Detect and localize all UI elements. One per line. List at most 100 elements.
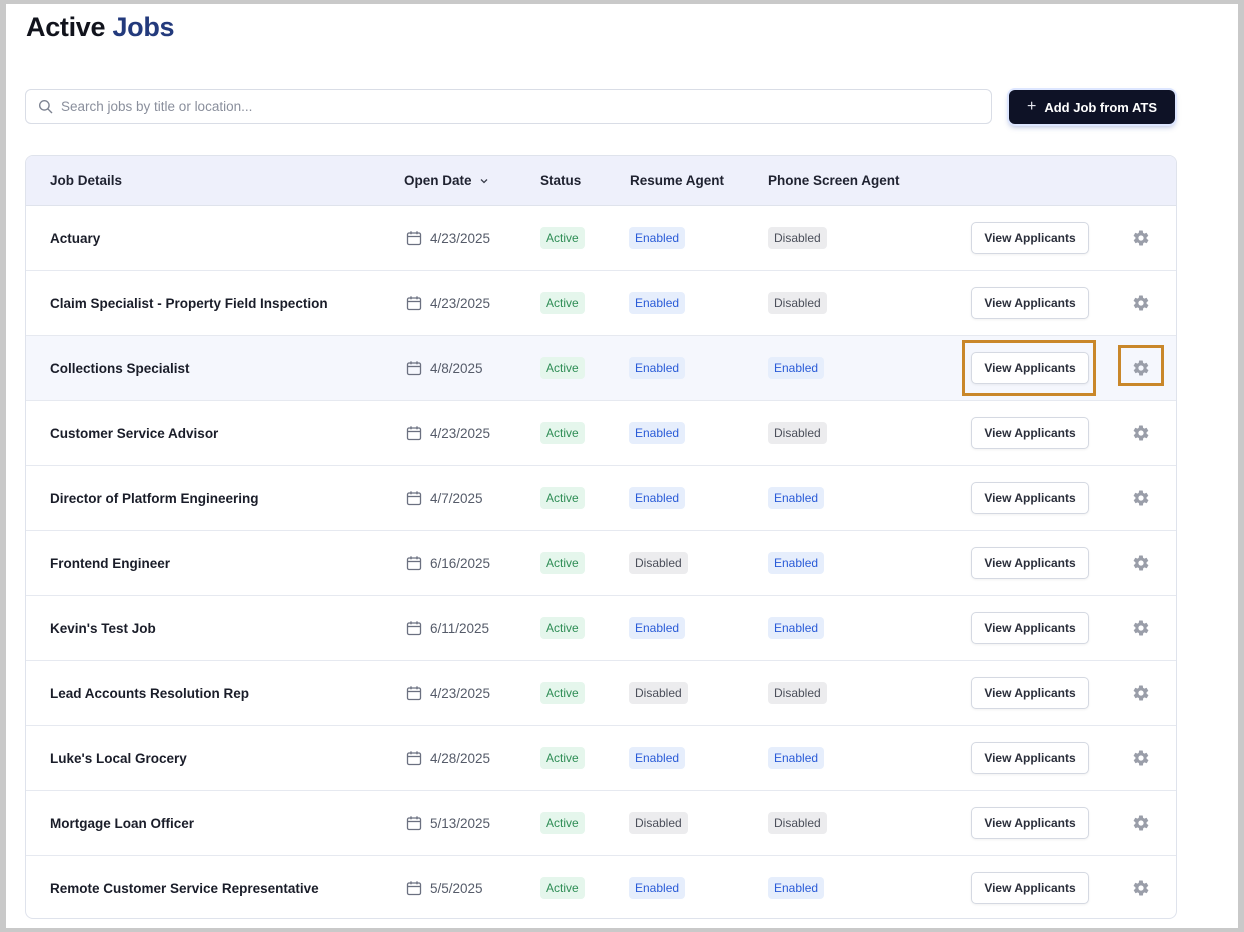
calendar-icon	[406, 231, 422, 246]
view-applicants-button[interactable]: View Applicants	[971, 872, 1089, 904]
gear-icon	[1133, 490, 1149, 506]
settings-button[interactable]	[1131, 748, 1151, 768]
open-date: 4/28/2025	[406, 726, 490, 790]
resume-agent-badge: Enabled	[629, 292, 686, 314]
open-date: 5/13/2025	[406, 791, 490, 855]
table-row[interactable]: Remote Customer Service Representative 5/…	[26, 856, 1176, 918]
table-row[interactable]: Frontend Engineer 6/16/2025 Active Disabled…	[26, 531, 1176, 596]
settings-cell	[1131, 661, 1151, 725]
phone-screen-agent-cell: Enabled	[768, 531, 825, 595]
page-title-part1: Active	[26, 12, 106, 42]
calendar-icon	[406, 621, 422, 636]
calendar-icon	[406, 881, 422, 896]
open-date-text: 4/23/2025	[430, 685, 491, 701]
settings-button[interactable]	[1131, 423, 1151, 443]
open-date: 5/5/2025	[406, 856, 483, 918]
settings-button[interactable]	[1131, 488, 1151, 508]
add-job-from-ats-button[interactable]: + Add Job from ATS	[1009, 90, 1175, 124]
job-title[interactable]: Director of Platform Engineering	[50, 466, 259, 530]
table-row[interactable]: Director of Platform Engineering 4/7/2025…	[26, 466, 1176, 531]
view-applicants-button[interactable]: View Applicants	[971, 287, 1089, 319]
open-date: 4/23/2025	[406, 401, 490, 465]
status-badge: Active	[540, 552, 585, 574]
header-job-details: Job Details	[50, 173, 123, 188]
job-title-text: Lead Accounts Resolution Rep	[50, 685, 250, 701]
open-date: 4/23/2025	[406, 206, 490, 270]
settings-button[interactable]	[1131, 228, 1151, 248]
table-row[interactable]: Kevin's Test Job 6/11/2025 Active Enabled En…	[26, 596, 1176, 661]
resume-agent-badge: Enabled	[629, 747, 686, 769]
job-title[interactable]: Claim Specialist - Property Field Inspec…	[50, 271, 328, 335]
gear-icon	[1133, 295, 1149, 311]
settings-button[interactable]	[1131, 683, 1151, 703]
phone-screen-agent-badge: Disabled	[768, 227, 827, 249]
view-applicants-button[interactable]: View Applicants	[971, 482, 1089, 514]
phone-screen-agent-badge: Disabled	[768, 682, 827, 704]
search-box[interactable]	[25, 89, 992, 124]
view-applicants-button[interactable]: View Applicants	[971, 352, 1089, 384]
phone-screen-agent-badge: Disabled	[768, 422, 827, 444]
job-title[interactable]: Lead Accounts Resolution Rep	[50, 661, 249, 725]
open-date: 4/23/2025	[406, 271, 490, 335]
status-badge: Active	[540, 422, 585, 444]
job-title[interactable]: Mortgage Loan Officer	[50, 791, 194, 855]
status-cell: Active	[540, 531, 585, 595]
job-title[interactable]: Customer Service Advisor	[50, 401, 218, 465]
job-title-text: Actuary	[50, 230, 101, 246]
phone-screen-agent-badge: Enabled	[768, 617, 825, 639]
view-applicants-button[interactable]: View Applicants	[971, 807, 1089, 839]
table-row[interactable]: Claim Specialist - Property Field Inspec…	[26, 271, 1176, 336]
view-applicants-button[interactable]: View Applicants	[971, 677, 1089, 709]
job-title-text: Customer Service Advisor	[50, 425, 219, 441]
job-title[interactable]: Collections Specialist	[50, 336, 190, 400]
phone-screen-agent-cell: Enabled	[768, 856, 825, 918]
status-badge: Active	[540, 292, 585, 314]
page-title: Active Jobs	[26, 10, 175, 44]
settings-button[interactable]	[1131, 618, 1151, 638]
view-cell: View Applicants	[971, 466, 1089, 530]
open-date-text: 4/23/2025	[430, 230, 491, 246]
search-input[interactable]	[61, 99, 961, 114]
table-row[interactable]: Mortgage Loan Officer 5/13/2025 Active Disa…	[26, 791, 1176, 856]
calendar-icon	[406, 296, 422, 311]
table-row[interactable]: Lead Accounts Resolution Rep 4/23/2025 Act…	[26, 661, 1176, 726]
job-title[interactable]: Frontend Engineer	[50, 531, 170, 595]
resume-agent-cell: Enabled	[629, 336, 686, 400]
plus-icon: +	[1026, 98, 1037, 115]
gear-icon	[1133, 425, 1149, 441]
job-title[interactable]: Remote Customer Service Representative	[50, 856, 319, 918]
job-title[interactable]: Kevin's Test Job	[50, 596, 156, 660]
job-title-text: Frontend Engineer	[50, 555, 171, 571]
phone-screen-agent-badge: Enabled	[768, 487, 825, 509]
settings-button[interactable]	[1131, 293, 1151, 313]
calendar-icon	[406, 361, 422, 376]
app-window: Active Jobs + Add Job from ATS Job Detai…	[6, 4, 1238, 928]
table-row[interactable]: Luke's Local Grocery 4/28/2025 Active Enabl…	[26, 726, 1176, 791]
view-applicants-button[interactable]: View Applicants	[971, 417, 1089, 449]
view-applicants-button[interactable]: View Applicants	[971, 547, 1089, 579]
view-applicants-button[interactable]: View Applicants	[971, 742, 1089, 774]
table-row[interactable]: Collections Specialist 4/8/2025 Active Enab…	[26, 336, 1176, 401]
job-title[interactable]: Luke's Local Grocery	[50, 726, 187, 790]
view-cell: View Applicants	[971, 596, 1089, 660]
header-phone-screen-agent: Phone Screen Agent	[768, 173, 900, 188]
resume-agent-badge: Disabled	[629, 682, 688, 704]
view-applicants-button[interactable]: View Applicants	[971, 612, 1089, 644]
table-row[interactable]: Customer Service Advisor 4/23/2025 Active E…	[26, 401, 1176, 466]
settings-button[interactable]	[1131, 553, 1151, 573]
job-title[interactable]: Actuary	[50, 206, 100, 270]
header-open-date[interactable]: Open Date	[404, 173, 490, 188]
resume-agent-badge: Enabled	[629, 357, 686, 379]
status-badge: Active	[540, 682, 585, 704]
settings-button[interactable]	[1131, 813, 1151, 833]
view-applicants-button[interactable]: View Applicants	[971, 222, 1089, 254]
settings-button[interactable]	[1131, 878, 1151, 898]
table-row[interactable]: Actuary 4/23/2025 Active Enabled Disabled Vie…	[26, 206, 1176, 271]
resume-agent-cell: Disabled	[629, 531, 688, 595]
settings-button[interactable]	[1131, 358, 1151, 378]
resume-agent-cell: Enabled	[629, 271, 686, 335]
status-cell: Active	[540, 856, 585, 918]
open-date: 4/23/2025	[406, 661, 490, 725]
job-title-text: Director of Platform Engineering	[50, 490, 259, 506]
phone-screen-agent-cell: Disabled	[768, 791, 827, 855]
